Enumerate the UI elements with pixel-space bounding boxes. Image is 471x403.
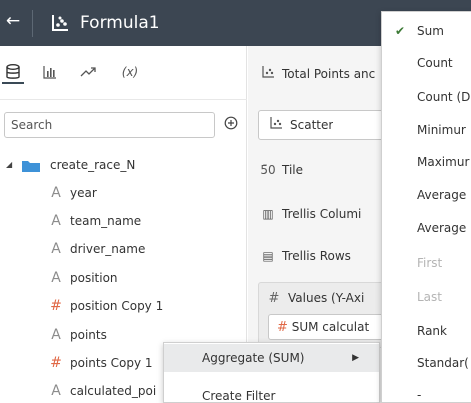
- agg-item-minimum[interactable]: Minimur: [382, 113, 471, 147]
- tab-visualizations[interactable]: [38, 60, 62, 84]
- trellis-rows-icon: ▤: [262, 249, 274, 263]
- add-data-icon[interactable]: [222, 116, 240, 134]
- scatter-chart-icon: [268, 113, 284, 137]
- tree-item-label: team_name: [70, 214, 142, 228]
- menu-item-label: Aggregate (SUM): [202, 351, 305, 365]
- tab-data[interactable]: [2, 60, 24, 84]
- viz-title: Total Points anc: [282, 67, 376, 81]
- agg-item-label: Average: [417, 188, 467, 202]
- agg-item-maximum[interactable]: Maximur: [382, 145, 471, 179]
- tree-item-label: position Copy 1: [70, 299, 164, 313]
- tree-item-label: driver_name: [70, 242, 146, 256]
- agg-item-label: -: [417, 388, 422, 402]
- agg-item-label: Maximur: [417, 155, 470, 169]
- tab-analytics[interactable]: [76, 60, 100, 84]
- search-input[interactable]: Search: [4, 112, 215, 138]
- agg-item-more[interactable]: -: [382, 378, 471, 403]
- tree-item[interactable]: A position: [0, 267, 247, 289]
- tree-item[interactable]: A driver_name: [0, 238, 247, 260]
- agg-item-label: Sum: [417, 24, 444, 38]
- menu-item-create-filter[interactable]: Create Filter: [164, 382, 379, 403]
- attribute-icon: A: [51, 241, 61, 257]
- attribute-icon: A: [51, 213, 61, 229]
- agg-item-last: Last: [382, 280, 471, 314]
- agg-item-label: Count (D: [417, 90, 471, 104]
- measure-icon: #: [277, 320, 288, 335]
- tile-row[interactable]: 5̄0 Tile: [260, 158, 303, 182]
- trend-line-icon: [80, 67, 96, 77]
- submenu-arrow-icon: ▶: [352, 353, 359, 363]
- menu-item-label: Create Filter: [202, 389, 276, 403]
- trellis-columns-icon: ▥: [262, 207, 274, 221]
- agg-item-standard-deviation[interactable]: Standar(: [382, 346, 471, 380]
- data-cylinder-icon: [6, 64, 20, 79]
- trellis-columns-row[interactable]: ▥ Trellis Columi: [260, 202, 361, 226]
- attribute-icon: A: [51, 270, 61, 286]
- agg-item-label: First: [417, 256, 443, 270]
- tree-dataset-row[interactable]: ◢ create_race_N: [0, 154, 247, 176]
- attribute-icon: A: [51, 185, 61, 201]
- tree-item-label: position: [70, 271, 118, 285]
- agg-item-sum[interactable]: ✔ Sum: [382, 14, 471, 48]
- dataset-label: create_race_N: [50, 158, 136, 172]
- agg-item-label: Rank: [417, 324, 447, 338]
- agg-item-average[interactable]: Average: [382, 178, 471, 212]
- agg-item-label: Count: [417, 56, 453, 70]
- tile-label: Tile: [282, 163, 304, 177]
- attribute-icon: A: [51, 327, 61, 343]
- values-label: Values (Y-Axi: [288, 291, 365, 305]
- tree-item-label: calculated_poi: [70, 384, 157, 398]
- tree-item-label: points: [70, 328, 107, 342]
- checkmark-icon: ✔: [395, 24, 406, 38]
- agg-item-label: Minimur: [417, 123, 466, 137]
- calculation-icon: (x): [121, 65, 139, 79]
- tree-item-label: points Copy 1: [70, 356, 153, 370]
- chart-type-label: Scatter: [290, 118, 334, 132]
- agg-item-first: First: [382, 246, 471, 280]
- scatter-chart-icon: [260, 62, 276, 86]
- attribute-icon: A: [51, 383, 61, 399]
- agg-item-label: Standar(: [417, 356, 469, 370]
- measure-icon: #: [50, 298, 62, 314]
- aggregate-submenu: ✔ Sum Count Count (D Minimur Maximur Ave…: [381, 11, 471, 403]
- app-window: ← Formula1 (x) Search ◢ create_race_N A …: [0, 0, 471, 403]
- bar-chart-icon: [43, 66, 56, 79]
- agg-item-count[interactable]: Count: [382, 46, 471, 80]
- back-arrow-icon[interactable]: ←: [2, 6, 24, 36]
- agg-item-count-distinct[interactable]: Count (D: [382, 80, 471, 114]
- trellis-columns-label: Trellis Columi: [282, 207, 362, 221]
- tree-item-label: year: [70, 186, 97, 200]
- chart-type-row[interactable]: Scatter: [268, 113, 333, 137]
- values-pill[interactable]: # SUM calculat: [268, 314, 386, 340]
- trellis-rows-row[interactable]: ▤ Trellis Rows: [260, 244, 351, 268]
- measure-icon: #: [50, 355, 62, 371]
- header-divider: [32, 10, 33, 37]
- measure-icon: #: [268, 291, 280, 306]
- folder-icon: [22, 161, 40, 172]
- tab-calculations[interactable]: (x): [116, 60, 144, 84]
- page-title: Formula1: [80, 13, 160, 33]
- context-menu: Aggregate (SUM) ▶ Create Filter: [163, 342, 380, 403]
- values-row: # Values (Y-Axi: [266, 286, 365, 310]
- agg-item-label: Last: [417, 290, 442, 304]
- agg-item-rank[interactable]: Rank: [382, 314, 471, 348]
- tree-item[interactable]: # position Copy 1: [0, 295, 247, 317]
- trellis-rows-label: Trellis Rows: [282, 249, 351, 263]
- viz-title-row[interactable]: Total Points anc: [260, 62, 375, 86]
- tree-item[interactable]: A year: [0, 182, 247, 204]
- tile-icon: 5̄0: [260, 163, 276, 177]
- menu-item-aggregate[interactable]: Aggregate (SUM) ▶: [164, 344, 379, 372]
- caret-expanded-icon[interactable]: ◢: [6, 154, 12, 176]
- scatter-chart-icon: [52, 15, 68, 31]
- agg-item-average-2[interactable]: Average: [382, 211, 471, 245]
- panel-tabs: (x): [0, 46, 247, 100]
- agg-item-label: Average: [417, 221, 467, 235]
- values-pill-label: SUM calculat: [291, 320, 370, 334]
- tree-item[interactable]: A team_name: [0, 210, 247, 232]
